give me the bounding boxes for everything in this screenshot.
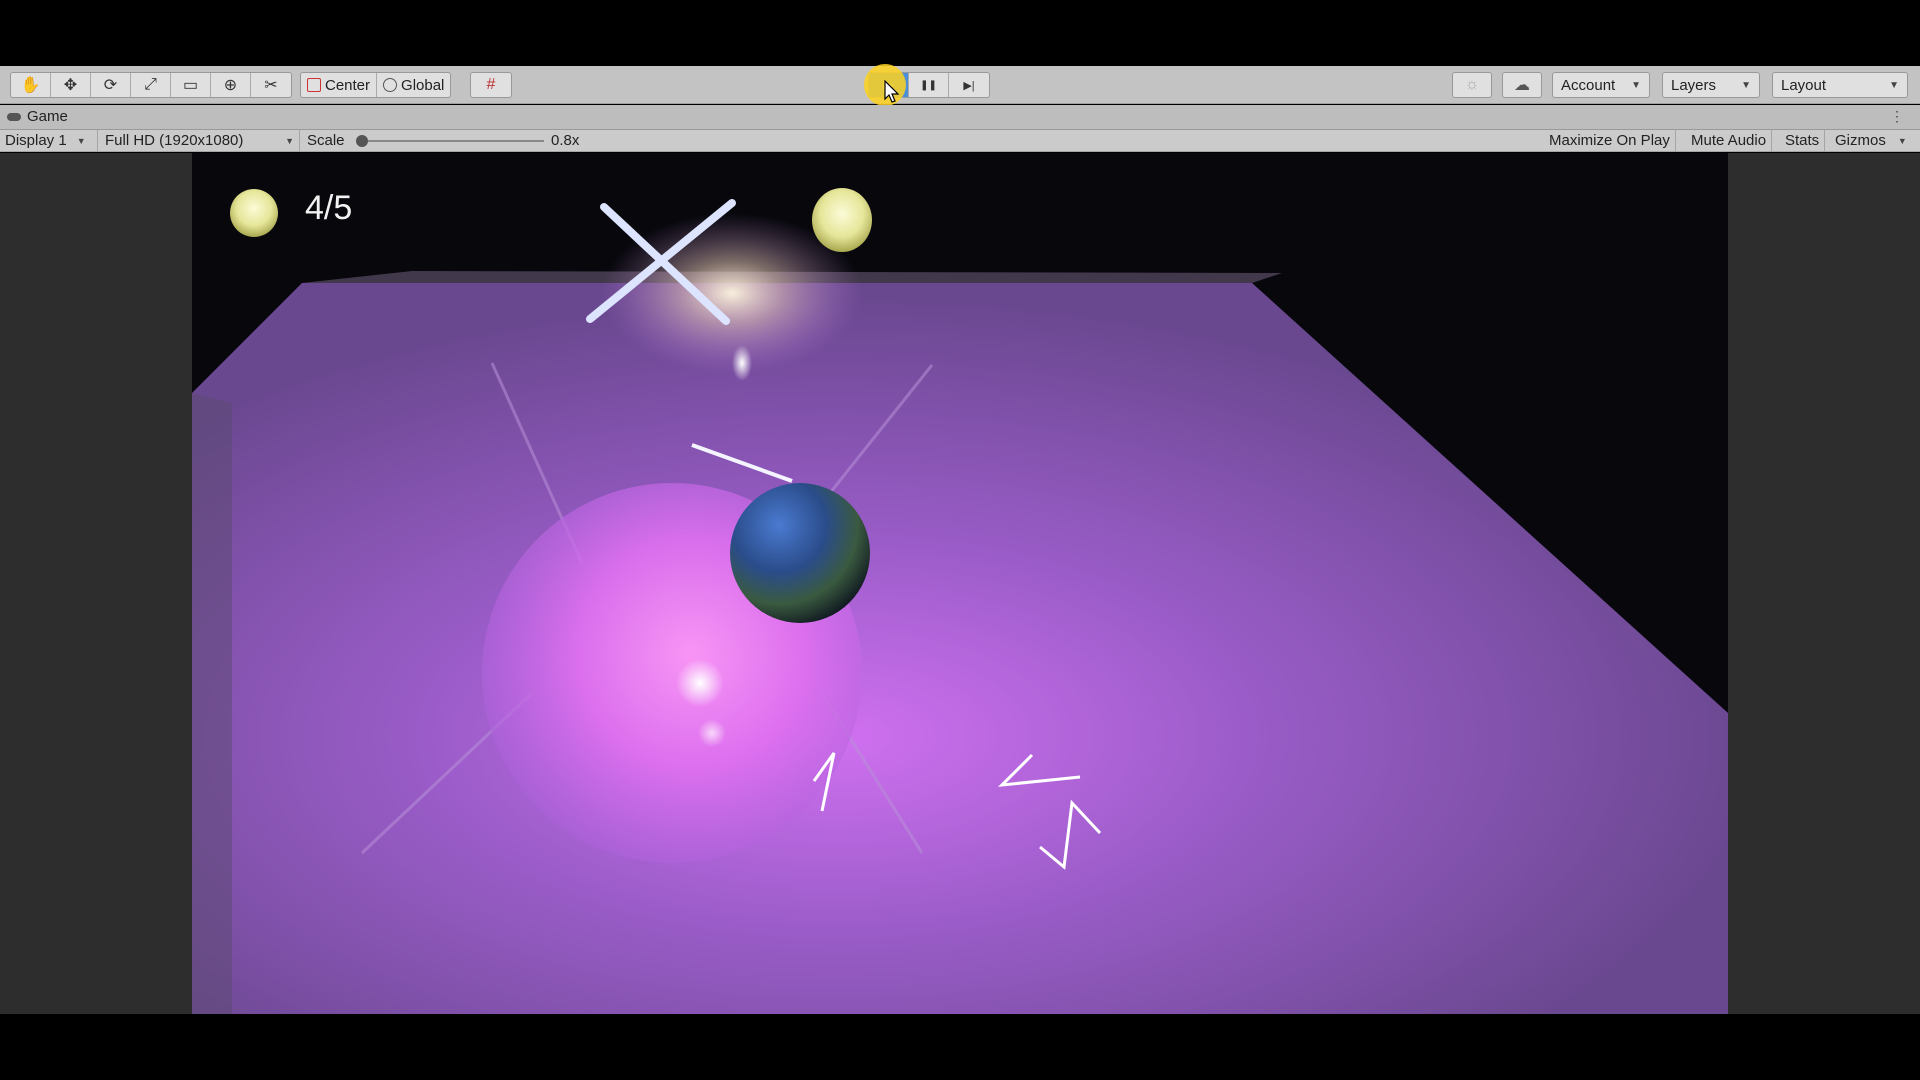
pause-button[interactable]: ❚❚ [909, 73, 949, 97]
coin-counter-icon [230, 189, 278, 237]
scale-tool-button[interactable]: ⤢ [131, 73, 171, 97]
pivot-center-icon [307, 78, 321, 92]
rotate-icon: ⟳ [103, 77, 118, 94]
main-toolbar: ✋ ✥ ⟳ ⤢ ▭ ⊕ ✂ Center Global # ▶ ❚❚ ▶| ☼ … [0, 66, 1920, 104]
pause-icon: ❚❚ [920, 79, 937, 91]
stats-label: Stats [1785, 132, 1820, 149]
pivot-rotation-label: Global [401, 76, 445, 94]
tab-menu-icon[interactable]: ⋮ [1890, 108, 1904, 125]
gamepad-icon [7, 112, 21, 121]
cloud-button[interactable]: ☁ [1502, 72, 1542, 98]
layers-dropdown[interactable]: Layers ▼ [1662, 72, 1760, 98]
scale-value: 0.8x [551, 132, 580, 149]
grid-snap-group: # [470, 72, 512, 98]
chevron-down-icon: ▼ [1631, 79, 1641, 91]
collab-button[interactable]: ☼ [1452, 72, 1492, 98]
coin-counter: 4/5 [305, 189, 353, 227]
scale-label: Scale [307, 132, 345, 149]
transform-icon: ⊕ [223, 77, 238, 94]
arena-floor [192, 283, 1728, 1014]
custom-tool-button[interactable]: ✂ [251, 73, 291, 97]
layout-dropdown[interactable]: Layout ▼ [1772, 72, 1908, 98]
collectible-coin [812, 188, 872, 252]
light-reflection [732, 345, 752, 381]
resolution-dropdown[interactable]: Full HD (1920x1080) ▼ [100, 130, 300, 151]
chevron-down-icon: ▼ [76, 135, 86, 146]
scale-slider-handle[interactable] [356, 135, 368, 147]
gizmos-label: Gizmos [1835, 132, 1886, 149]
resolution-label: Full HD (1920x1080) [105, 132, 244, 149]
display-dropdown[interactable]: Display 1 ▼ [0, 130, 98, 151]
mute-audio-label: Mute Audio [1691, 132, 1767, 149]
player-ball [730, 483, 870, 623]
grid-snap-icon: # [486, 76, 496, 93]
pivot-mode-toggle[interactable]: Center [301, 73, 378, 97]
account-label: Account [1561, 76, 1616, 94]
scale-icon: ⤢ [144, 76, 157, 93]
layout-label: Layout [1781, 76, 1827, 94]
pivot-rotation-toggle[interactable]: Global [377, 73, 450, 97]
gizmos-toggle[interactable]: Gizmos ▼ [1830, 130, 1912, 151]
transform-tool-button[interactable]: ⊕ [211, 73, 251, 97]
scale-slider-track[interactable] [360, 140, 544, 142]
layers-label: Layers [1671, 76, 1717, 94]
move-icon: ✥ [63, 77, 78, 94]
pivot-mode-label: Center [325, 76, 371, 94]
chevron-down-icon: ▼ [1741, 79, 1751, 91]
game-scene [192, 188, 1728, 1014]
pivot-controls: Center Global [300, 72, 452, 98]
mute-audio-toggle[interactable]: Mute Audio [1686, 130, 1773, 151]
collab-icon: ☼ [1464, 76, 1480, 93]
mouse-cursor-icon [884, 80, 900, 103]
sphere-highlight [676, 659, 724, 707]
letterbox-bottom [0, 1014, 1920, 1080]
rect-icon: ▭ [182, 77, 199, 94]
letterbox-top [0, 0, 1920, 66]
chevron-down-icon: ▼ [1897, 135, 1907, 146]
stats-toggle[interactable]: Stats [1780, 130, 1826, 151]
transform-tools: ✋ ✥ ⟳ ⤢ ▭ ⊕ ✂ [10, 72, 292, 98]
cloud-icon: ☁ [1514, 77, 1530, 94]
arena-left-edge [192, 393, 232, 1014]
tab-game-label: Game [27, 108, 68, 125]
game-view-toolbar: Display 1 ▼ Full HD (1920x1080) ▼ Scale 0.… [0, 130, 1920, 152]
display-label: Display 1 [5, 132, 67, 149]
move-tool-button[interactable]: ✥ [51, 73, 91, 97]
step-button[interactable]: ▶| [949, 73, 989, 97]
grid-snap-button[interactable]: # [471, 73, 511, 97]
chevron-down-icon: ▼ [1889, 79, 1899, 91]
step-icon: ▶| [963, 79, 975, 92]
globe-icon [383, 78, 398, 92]
tools-icon: ✂ [264, 77, 278, 94]
sphere-highlight-2 [698, 719, 726, 747]
hand-tool-button[interactable]: ✋ [11, 73, 51, 97]
game-viewport[interactable]: 4/5 [192, 153, 1728, 1014]
tab-game[interactable]: Game [6, 108, 68, 125]
game-tab-bar: Game ⋮ [0, 105, 1920, 130]
rect-tool-button[interactable]: ▭ [171, 73, 211, 97]
account-dropdown[interactable]: Account ▼ [1552, 72, 1650, 98]
rotate-tool-button[interactable]: ⟳ [91, 73, 131, 97]
chevron-down-icon: ▼ [285, 135, 294, 146]
maximize-on-play-label: Maximize On Play [1549, 132, 1670, 149]
hand-icon: ✋ [20, 77, 41, 94]
maximize-on-play-toggle[interactable]: Maximize On Play [1544, 130, 1676, 151]
